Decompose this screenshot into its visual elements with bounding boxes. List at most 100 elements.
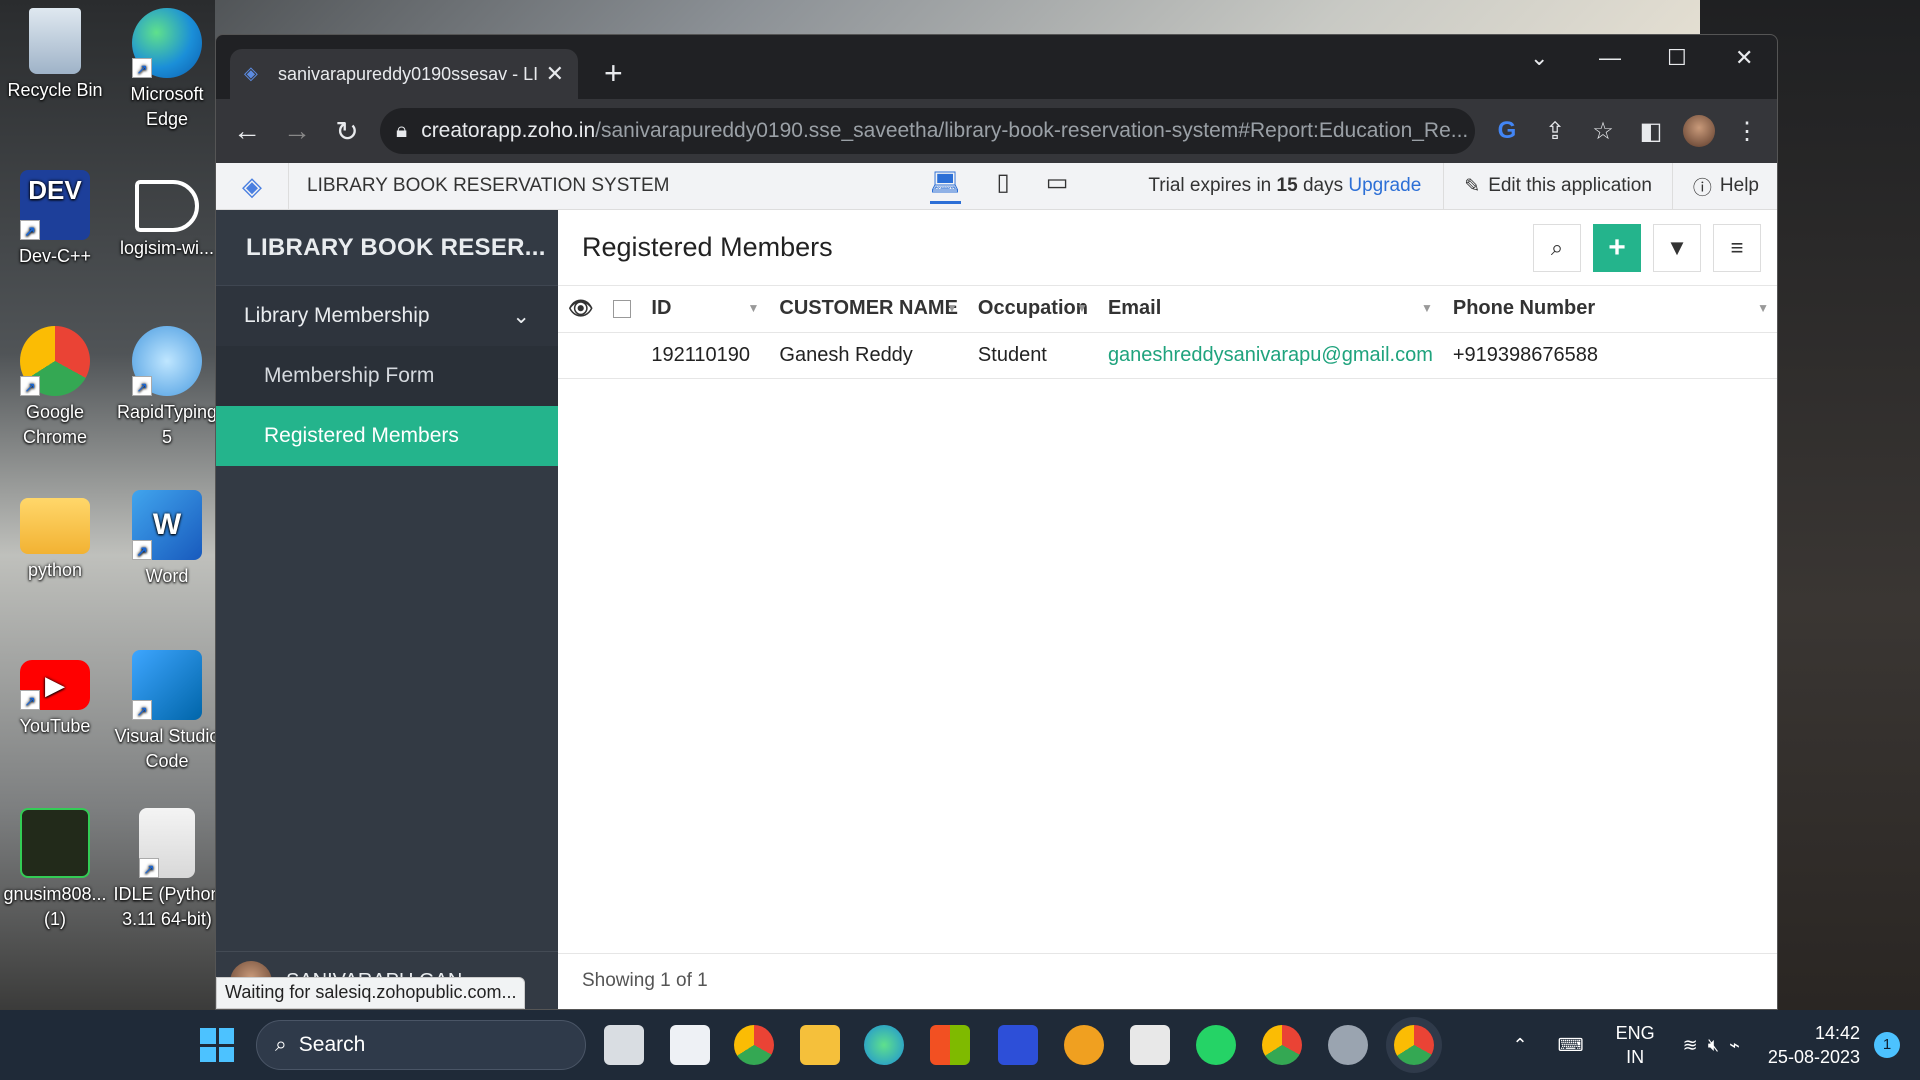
mobile-view-icon[interactable]: ▯ <box>997 168 1010 204</box>
file-explorer-icon[interactable] <box>800 1025 840 1065</box>
sidebar-section-library-membership[interactable]: Library Membership ⌄ <box>216 286 558 346</box>
desktop-icon-youtube[interactable]: ▶ ↗ YouTube <box>0 650 110 739</box>
gnusim-icon <box>20 808 90 878</box>
side-panel-icon[interactable]: ◧ <box>1635 117 1667 146</box>
search-icon[interactable]: ⌕ <box>1533 223 1581 272</box>
cell-customer-name: Ganesh Reddy <box>769 332 968 379</box>
add-record-button[interactable]: + <box>1593 223 1641 272</box>
chevron-up-icon[interactable]: ⌃ <box>1513 1035 1528 1056</box>
whatsapp-icon[interactable] <box>1196 1025 1236 1065</box>
devcpp-icon: DEV ↗ <box>20 170 90 240</box>
select-all-checkbox[interactable] <box>603 286 642 333</box>
edge-taskbar-icon[interactable] <box>864 1025 904 1065</box>
maximize-button[interactable]: ☐ <box>1667 45 1687 71</box>
tab-bar: ◈ sanivarapureddy0190ssesav - LIB ✕ + ⌄ … <box>216 35 1777 99</box>
tab-search-icon[interactable]: ⌄ <box>1530 45 1548 71</box>
desktop-icon-gnusim[interactable]: gnusim808... (1) <box>0 808 110 932</box>
battery-icon[interactable]: ⌁ <box>1729 1035 1740 1056</box>
notepad-icon[interactable] <box>670 1025 710 1065</box>
column-header-id[interactable]: ID ▼ <box>641 286 770 333</box>
desktop-icon-vscode[interactable]: ↗ Visual Studio Code <box>112 650 222 774</box>
system-tray: ⌃ ⌨ ENG IN ≋ 🔇︎ ⌁ 14:42 25-08-2023 1 <box>1513 1010 1920 1080</box>
notification-badge[interactable]: 1 <box>1874 1032 1900 1058</box>
profile-avatar[interactable] <box>1683 115 1715 147</box>
report-header: Registered Members ⌕ + ▼ ≡ <box>558 210 1777 286</box>
idle-icon: ↗ <box>139 808 195 878</box>
medal-icon[interactable] <box>1064 1025 1104 1065</box>
keyboard-icon[interactable]: ⌨ <box>1558 1035 1584 1056</box>
report-panel: Registered Members ⌕ + ▼ ≡ 👁︎ ID ▼ CUSTOM… <box>558 210 1777 1009</box>
column-header-occupation[interactable]: Occupation ▼ <box>967 286 1098 333</box>
game-icon[interactable] <box>1130 1025 1170 1065</box>
bookmark-star-icon[interactable]: ☆ <box>1587 117 1619 146</box>
desktop-icon-logisim[interactable]: logisim-wi... <box>112 170 222 261</box>
store-icon[interactable] <box>930 1025 970 1065</box>
column-header-email[interactable]: Email ▼ <box>1097 286 1443 333</box>
column-header-phone-number[interactable]: Phone Number ▼ <box>1442 286 1777 333</box>
app-icon-ai[interactable] <box>998 1025 1038 1065</box>
desktop-icon-chrome[interactable]: ↗ Google Chrome <box>0 326 110 450</box>
desktop-icon-recycle-bin[interactable]: Recycle Bin <box>0 8 110 103</box>
chrome-active-icon[interactable] <box>1394 1025 1434 1065</box>
desktop-icon-devcpp[interactable]: DEV ↗ Dev-C++ <box>0 170 110 269</box>
table-header-row: 👁︎ ID ▼ CUSTOMER NAME ▼ Occupation ▼ Email ▼… <box>558 286 1777 333</box>
task-view-icon[interactable] <box>604 1025 644 1065</box>
minimize-button[interactable]: — <box>1599 45 1621 71</box>
volume-muted-icon[interactable]: 🔇︎ <box>1708 1035 1719 1056</box>
sidebar-item-membership-form[interactable]: Membership Form <box>216 346 558 406</box>
sidebar-item-registered-members[interactable]: Registered Members <box>216 406 558 466</box>
report-title: Registered Members <box>582 232 833 262</box>
address-bar[interactable]: 🔒︎ creatorapp.zoho.in/sanivarapureddy019… <box>380 108 1475 154</box>
browser-tab[interactable]: ◈ sanivarapureddy0190ssesav - LIB ✕ <box>230 49 578 99</box>
word-icon: W ↗ <box>132 490 202 560</box>
desktop-icon-python-folder[interactable]: python <box>0 490 110 583</box>
new-tab-button[interactable]: + <box>604 55 623 92</box>
clock[interactable]: 14:42 25-08-2023 <box>1768 1021 1860 1069</box>
desktop-icon-idle[interactable]: ↗ IDLE (Python 3.11 64-bit) <box>112 808 222 932</box>
share-icon[interactable]: ⇪ <box>1539 117 1571 146</box>
desktop-icon-edge[interactable]: ↗ Microsoft Edge <box>112 8 222 132</box>
settings-icon[interactable] <box>1328 1025 1368 1065</box>
back-icon[interactable]: ← <box>230 115 264 147</box>
more-menu-icon[interactable]: ≡ <box>1713 223 1761 272</box>
trial-notice: Trial expires in 15 days Upgrade <box>1148 175 1422 196</box>
forward-icon[interactable]: → <box>280 115 314 147</box>
wifi-icon[interactable]: ≋ <box>1683 1035 1698 1056</box>
browser-window: ◈ sanivarapureddy0190ssesav - LIB ✕ + ⌄ … <box>215 34 1778 1010</box>
filter-icon[interactable]: ▼ <box>1653 223 1701 272</box>
zoho-creator-logo-icon[interactable]: ◈ <box>216 171 288 202</box>
column-header-customer-name[interactable]: CUSTOMER NAME ▼ <box>769 286 968 333</box>
language-indicator[interactable]: ENG IN <box>1616 1021 1655 1069</box>
chrome-icon: ↗ <box>20 326 90 396</box>
desktop-icon-word[interactable]: W ↗ Word <box>112 490 222 589</box>
vscode-icon: ↗ <box>132 650 202 720</box>
upgrade-link[interactable]: Upgrade <box>1348 175 1421 196</box>
tab-title: sanivarapureddy0190ssesav - LIB <box>278 63 538 84</box>
search-icon: ⌕ <box>275 1033 287 1056</box>
taskbar-search[interactable]: ⌕ Search <box>256 1020 586 1070</box>
desktop-icon-rapidtyping[interactable]: ↗ RapidTyping 5 <box>112 326 222 450</box>
close-window-button[interactable]: ✕ <box>1735 45 1753 71</box>
reload-icon[interactable]: ↻ <box>330 115 364 148</box>
view-column-icon[interactable]: 👁︎ <box>558 286 604 333</box>
google-lens-icon[interactable]: G <box>1491 117 1523 145</box>
desktop-view-icon[interactable]: 💻︎ <box>930 168 961 204</box>
zoho-creator-app: ◈ LIBRARY BOOK RESERVATION SYSTEM 💻︎ ▯ ▭… <box>216 163 1777 1009</box>
url-host: creatorapp.zoho.in <box>421 119 596 142</box>
chrome-taskbar-icon[interactable] <box>734 1025 774 1065</box>
cell-id: 192110190 <box>641 332 770 379</box>
table-row[interactable]: 192110190 Ganesh Reddy Student ganeshred… <box>558 332 1777 379</box>
tablet-view-icon[interactable]: ▭ <box>1046 168 1069 204</box>
close-tab-icon[interactable]: ✕ <box>546 61 564 87</box>
cell-email[interactable]: ganeshreddysanivarapu@gmail.com <box>1097 332 1443 379</box>
menu-kebab-icon[interactable]: ⋮ <box>1731 117 1763 146</box>
chrome-profile-icon[interactable] <box>1262 1025 1302 1065</box>
chevron-down-icon: ⌄ <box>512 304 530 328</box>
help-button[interactable]: ⓘ Help <box>1671 163 1777 209</box>
taskbar: ⌕ Search ⌃ ⌨ ENG IN ≋ 🔇︎ ⌁ 14:42 25-08-202… <box>0 1010 1920 1080</box>
windows-start-icon[interactable] <box>200 1028 234 1062</box>
rapidtyping-icon: ↗ <box>132 326 202 396</box>
edit-application-button[interactable]: ✎ Edit this application <box>1443 163 1672 209</box>
sidebar-app-title: LIBRARY BOOK RESER... <box>216 210 558 286</box>
lock-icon: 🔒︎ <box>396 119 408 142</box>
